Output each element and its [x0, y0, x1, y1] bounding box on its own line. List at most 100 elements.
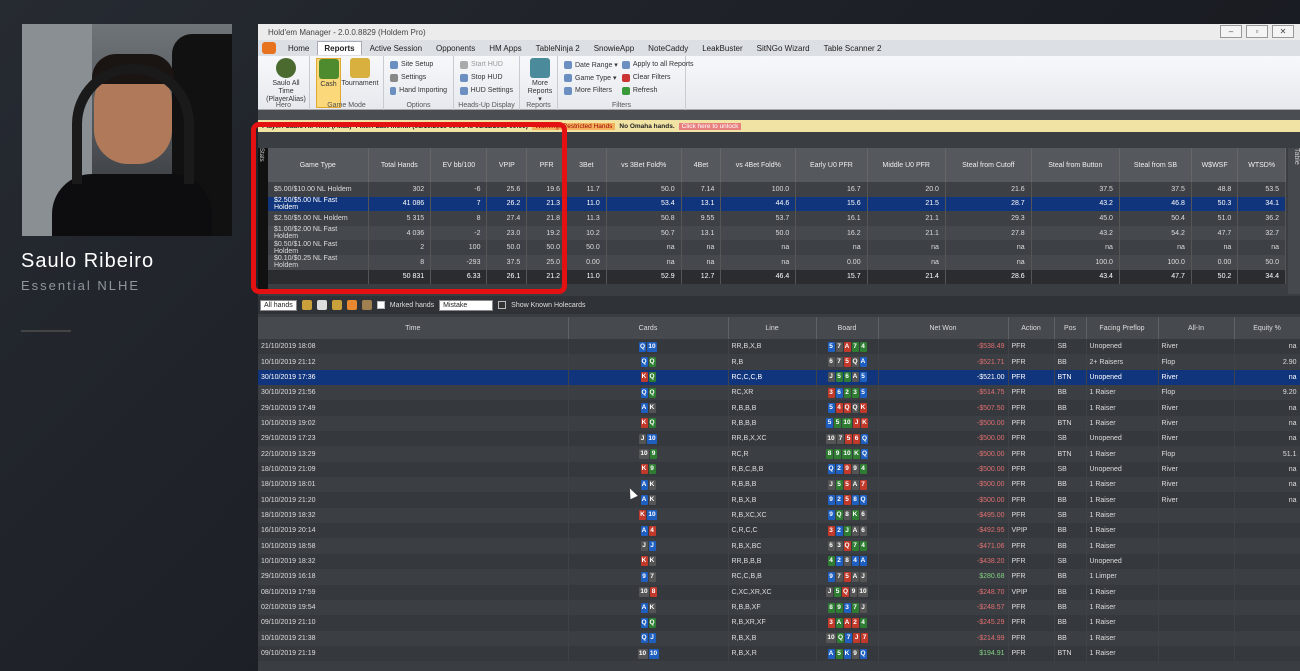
hud-icon[interactable] [361, 300, 372, 310]
stats-cell: 21.5 [867, 196, 946, 212]
hand-row[interactable]: 30/10/2019 21:56 Q Q RC,XR 3 6 2 3 5 -$514.75 PFR B… [258, 385, 1300, 401]
stats-col-header[interactable]: Steal from Button [1031, 148, 1120, 182]
grid-icon[interactable] [331, 300, 342, 310]
stats-col-header[interactable]: Early U0 PFR [795, 148, 868, 182]
start-hud-button[interactable]: Start HUD [460, 58, 513, 71]
game-type-button[interactable]: Game Type ▾ [564, 71, 618, 84]
hands-col-header[interactable]: Facing Preflop [1086, 317, 1159, 339]
hand-row[interactable]: 29/10/2019 16:18 9 7 RC,C,B,B 9 7 5 A J $280.68 PF… [258, 569, 1300, 585]
stats-cell: 48.8 [1191, 182, 1239, 197]
app-menu-orb-icon[interactable] [262, 42, 276, 54]
hands-col-header[interactable]: Pos [1054, 317, 1087, 339]
hand-row[interactable]: 22/10/2019 13:29 10 9 RC,R 8 9 10 K Q -$500.00 PFR… [258, 446, 1300, 462]
tab-home[interactable]: Home [282, 42, 315, 55]
tab-leakbuster[interactable]: LeakBuster [696, 42, 748, 55]
hand-cell: 30/10/2019 21:56 [258, 385, 569, 401]
hand-row[interactable]: 10/10/2019 18:58 J J R,B,X,BC 6 3 Q 7 4 -$471.06 P… [258, 538, 1300, 554]
stats-col-header[interactable]: Middle U0 PFR [867, 148, 946, 182]
stats-row[interactable]: $1.00/$2.00 NL Fast Holdem 4 036 -2 23.0 19.… [268, 225, 1286, 241]
hero-button[interactable]: Saulo All Time (PlayerAlias) [264, 58, 308, 104]
tab-notecaddy[interactable]: NoteCaddy [642, 42, 694, 55]
tab-table-scanner[interactable]: Table Scanner 2 [818, 42, 888, 55]
hand-row[interactable]: 10/10/2019 19:02 K Q R,B,B,B 5 5 10 J K -$500.00 P… [258, 415, 1300, 432]
hand-row[interactable]: 29/10/2019 17:23 J 10 RR,B,X,XC 10 7 5 6 Q -$500.… [258, 431, 1300, 447]
minimize-button[interactable]: – [1220, 25, 1242, 38]
more-filters-button[interactable]: More Filters [564, 84, 618, 97]
stop-hud-button[interactable]: Stop HUD [460, 71, 513, 84]
hand-row[interactable]: 18/10/2019 21:09 K 9 R,B,C,B,B Q 2 9 9 4 -$500.00… [258, 461, 1300, 478]
tab-reports[interactable]: Reports [317, 41, 362, 55]
hand-row[interactable]: 18/10/2019 18:32 K 10 R,B,XC,XC 9 Q 8 K 6 -$495.0… [258, 507, 1300, 524]
stats-col-header[interactable]: VPIP [486, 148, 528, 182]
stats-row[interactable]: $2.50/$5.00 NL Holdem 5 315 8 27.4 21.8 11.3 5… [268, 211, 1286, 226]
tournament-button[interactable]: Tournament [342, 58, 378, 108]
hand-row[interactable]: 18/10/2019 18:01 A K R,B,B,B J 5 5 A 7 -$500.00 PF… [258, 477, 1300, 493]
stats-row[interactable]: $0.50/$1.00 NL Fast Holdem 2 100 50.0 50.0 50… [268, 240, 1286, 255]
stats-col-header[interactable]: PFR [526, 148, 567, 182]
refresh-button[interactable]: Refresh [621, 84, 694, 97]
hands-filter-dropdown[interactable]: All hands [260, 299, 297, 311]
hand-row[interactable]: 30/10/2019 17:36 K Q RC,C,C,B J 5 6 A 5 -$521.00 P… [258, 369, 1300, 386]
hands-col-header[interactable]: Board [816, 317, 879, 339]
back-icon[interactable] [301, 300, 312, 310]
clear-filters-button[interactable]: Clear Filters [621, 71, 694, 84]
stats-col-header[interactable]: vs 4Bet Fold% [720, 148, 797, 182]
table-side-strip[interactable]: Table [1288, 148, 1300, 294]
settings-button[interactable]: Settings [390, 71, 447, 84]
stats-col-header[interactable]: Game Type [268, 148, 369, 182]
hand-row[interactable]: 09/10/2019 21:10 Q Q R,B,XR,XF 3 A A 2 4 -$245.29… [258, 615, 1300, 631]
hands-col-header[interactable]: Cards [568, 317, 729, 339]
mistake-dropdown[interactable]: Mistake [439, 299, 494, 311]
show-holecards-checkbox[interactable] [498, 301, 507, 309]
cash-button[interactable]: Cash [316, 58, 341, 108]
hands-col-header[interactable]: Action [1008, 317, 1055, 339]
date-range-button[interactable]: Date Range ▾ [564, 58, 618, 71]
stats-col-header[interactable]: W$WSF [1191, 148, 1239, 182]
chart-icon[interactable] [346, 300, 357, 310]
stats-row[interactable]: $2.50/$5.00 NL Fast Holdem 41 086 7 26.2 21.… [268, 196, 1286, 212]
stats-col-header[interactable]: Total Hands [368, 148, 432, 182]
stats-row[interactable]: $5.00/$10.00 NL Holdem 302 -6 25.6 19.6 11.7 5… [268, 182, 1286, 197]
hand-importing-button[interactable]: Hand Importing [390, 84, 447, 97]
hand-row[interactable]: 10/10/2019 21:38 Q J R,B,X,B 10 Q 7 J 7 -$214.99 P… [258, 630, 1300, 646]
hud-settings-button[interactable]: HUD Settings [460, 84, 513, 97]
hand-row[interactable]: 10/10/2019 21:20 A K R,B,X,B 9 2 5 8 Q -$500.00 PF… [258, 492, 1300, 508]
maximize-button[interactable]: ▫ [1246, 25, 1268, 38]
unlock-link[interactable]: Click here to unlock [678, 122, 742, 130]
tab-hm-apps[interactable]: HM Apps [483, 42, 527, 55]
hands-col-header[interactable]: Time [258, 317, 569, 339]
hand-row[interactable]: 21/10/2019 18:08 Q 10 RR,B,X,B 5 7 A 7 4 -$538.49… [258, 339, 1300, 355]
more-reports-button[interactable]: More Reports ▾ [526, 58, 554, 104]
hands-col-header[interactable]: Equity % [1234, 317, 1300, 339]
hands-col-header[interactable]: All-In [1158, 317, 1235, 339]
hand-row[interactable]: 10/10/2019 21:12 Q Q R,B 6 7 5 Q A -$521.71 PFR BB 2… [258, 354, 1300, 370]
stats-col-header[interactable]: EV bb/100 [430, 148, 488, 182]
hand-row[interactable]: 09/10/2019 21:19 10 10 R,B,X,R A 5 K 9 Q $194.91 P… [258, 645, 1300, 662]
hand-row[interactable]: 02/10/2019 19:54 A K R,B,B,XF 8 9 3 7 J -$248.57 P… [258, 599, 1300, 616]
tab-tableninja[interactable]: TableNinja 2 [530, 42, 586, 55]
hand-row[interactable]: 08/10/2019 17:59 10 8 C,XC,XR,XC J 5 Q 9 10 -$248… [258, 584, 1300, 600]
stats-row[interactable]: $0.10/$0.25 NL Fast Holdem 8 -293 37.5 25.0 0… [268, 254, 1286, 270]
stats-col-header[interactable]: WTSD% [1237, 148, 1286, 182]
stats-col-header[interactable]: vs 3Bet Fold% [606, 148, 682, 182]
tab-sitngo-wizard[interactable]: SitNGo Wizard [751, 42, 816, 55]
hand-row[interactable]: 29/10/2019 17:49 A K R,B,B,B 5 4 Q Q K -$507.50 PF… [258, 400, 1300, 416]
hand-row[interactable]: 10/10/2019 18:32 K K RR,B,B,B 4 2 8 4 A -$438.20 P… [258, 553, 1300, 570]
stats-col-header[interactable]: Steal from Cutoff [945, 148, 1032, 182]
stats-col-header[interactable]: 4Bet [681, 148, 722, 182]
marked-hands-checkbox[interactable] [376, 301, 385, 309]
tab-opponents[interactable]: Opponents [430, 42, 481, 55]
replayer-icon[interactable] [316, 300, 327, 310]
stats-col-header[interactable]: Steal from SB [1119, 148, 1192, 182]
close-button[interactable]: ✕ [1272, 25, 1294, 38]
apply-all-reports-button[interactable]: Apply to all Reports [621, 58, 694, 71]
site-setup-button[interactable]: Site Setup [390, 58, 447, 71]
stats-col-header[interactable]: 3Bet [566, 148, 607, 182]
tab-snowieapp[interactable]: SnowieApp [588, 42, 640, 55]
hands-col-header[interactable]: Net Won [878, 317, 1009, 339]
hand-cell: RC,C,B,B [728, 569, 817, 585]
hand-row[interactable]: 16/10/2019 20:14 A 4 C,R,C,C 3 2 J A 6 -$492.95 VP… [258, 523, 1300, 539]
tab-active-session[interactable]: Active Session [364, 42, 428, 55]
stats-row[interactable]: 50 831 6.33 26.1 21.2 11.0 52.9 12.7 46.4 15.7 21… [268, 269, 1286, 285]
hands-col-header[interactable]: Line [728, 317, 817, 339]
